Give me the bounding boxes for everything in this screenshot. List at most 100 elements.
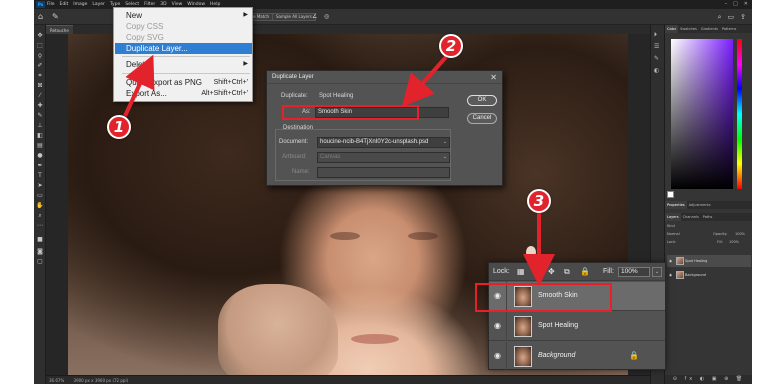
- menu-item-copy-css[interactable]: Copy CSS: [115, 21, 252, 32]
- type-tool-icon[interactable]: T: [35, 171, 45, 180]
- crop-tool-icon[interactable]: ⌗: [35, 71, 45, 80]
- pen-tool-icon[interactable]: ✒: [35, 161, 45, 170]
- gradient-tool-icon[interactable]: ▤: [35, 141, 45, 150]
- search-icon[interactable]: ⌕: [718, 12, 722, 22]
- marquee-tool-icon[interactable]: ⬚: [35, 41, 45, 50]
- workspace-icon[interactable]: ▭: [728, 12, 735, 22]
- visibility-eye-icon[interactable]: ◉: [669, 255, 672, 267]
- menu-item-copy-svg[interactable]: Copy SVG: [115, 32, 252, 43]
- document-tab[interactable]: Retouche: [46, 25, 73, 34]
- brush-tool-icon[interactable]: ✎: [35, 111, 45, 120]
- layers-footer-icons[interactable]: ⊝ fx ◐ ▣ ⊕ 🗑: [665, 375, 752, 384]
- visibility-eye-icon[interactable]: ◉: [669, 269, 672, 281]
- menu-layer[interactable]: Layer: [92, 2, 105, 7]
- shape-tool-icon[interactable]: ▭: [35, 191, 45, 200]
- clone-stamp-tool-icon[interactable]: ⊥: [35, 121, 45, 130]
- foreground-swatch[interactable]: [667, 191, 674, 198]
- lock-artboard-icon[interactable]: ⧉: [564, 266, 570, 277]
- edit-menu: New ▶ Copy CSS Copy SVG Duplicate Layer.…: [113, 7, 253, 102]
- tab-color[interactable]: Color: [665, 25, 679, 33]
- photoshop-window: Ps File Edit Image Layer Type Select Fil…: [34, 0, 752, 384]
- fill-input[interactable]: 100%: [618, 267, 650, 277]
- tab-paths[interactable]: Paths: [701, 213, 715, 221]
- tab-adjustments[interactable]: Adjustments: [687, 201, 713, 209]
- menu-image[interactable]: Image: [73, 2, 87, 7]
- lasso-tool-icon[interactable]: ϙ: [35, 51, 45, 60]
- lock-all-icon[interactable]: 🔒: [580, 266, 590, 277]
- foreground-color-swatch[interactable]: ■: [35, 235, 45, 244]
- filter-kind-label[interactable]: Kind: [667, 224, 675, 228]
- mini-layer-background[interactable]: ◉ Background: [667, 269, 751, 281]
- brush-tool-icon[interactable]: ✎: [52, 12, 59, 22]
- submenu-arrow-icon: ▶: [243, 61, 248, 67]
- zoom-level[interactable]: 36.67%: [49, 378, 64, 383]
- layer-filter-row[interactable]: Kind: [667, 223, 751, 229]
- ok-button[interactable]: OK: [467, 95, 497, 106]
- tab-properties[interactable]: Properties: [665, 201, 687, 209]
- hue-slider[interactable]: [737, 39, 742, 189]
- history-icon[interactable]: ⏵: [654, 31, 657, 39]
- layer-spot-healing[interactable]: ◉ Spot Healing: [489, 312, 665, 341]
- home-icon[interactable]: ⌂: [38, 12, 43, 22]
- more-tools-icon[interactable]: ⋯: [35, 221, 45, 230]
- healing-brush-tool-icon[interactable]: ✚: [35, 101, 45, 110]
- menu-item-export-as[interactable]: Export As... Alt+Shift+Ctrl+': [115, 88, 252, 99]
- share-icon[interactable]: ⇪: [740, 12, 746, 22]
- menu-item-new[interactable]: New ▶: [115, 10, 252, 21]
- menu-item-duplicate-layer[interactable]: Duplicate Layer...: [115, 43, 252, 54]
- chevron-down-icon[interactable]: ⌄: [652, 267, 662, 277]
- frame-tool-icon[interactable]: ⊠: [35, 81, 45, 90]
- mini-layer-spot-healing[interactable]: ◉ Spot Healing: [667, 255, 751, 267]
- cancel-button[interactable]: Cancel: [467, 113, 497, 124]
- close-window-button[interactable]: ✕: [744, 1, 748, 8]
- visibility-eye-icon[interactable]: ◉: [494, 321, 501, 331]
- photo-hand: [218, 284, 338, 375]
- lock-icon[interactable]: 🔒: [629, 350, 639, 361]
- visibility-eye-icon[interactable]: ◉: [494, 351, 501, 361]
- fill-value[interactable]: 100%: [729, 239, 739, 245]
- hand-tool-icon[interactable]: ✋: [35, 201, 45, 210]
- lock-transparent-pixels-icon[interactable]: ▦: [517, 266, 525, 277]
- quick-mask-icon[interactable]: ◙: [35, 247, 45, 256]
- eraser-tool-icon[interactable]: ◧: [35, 131, 45, 140]
- screen-mode-icon[interactable]: ▢: [35, 257, 45, 266]
- tab-gradients[interactable]: Gradients: [699, 25, 720, 33]
- tab-channels[interactable]: Channels: [681, 213, 701, 221]
- adjustments-icon[interactable]: ◐: [654, 67, 659, 75]
- layer-background[interactable]: ◉ Background 🔒: [489, 342, 665, 371]
- opacity-value[interactable]: 100%: [735, 231, 745, 237]
- move-tool-icon[interactable]: ✥: [35, 31, 45, 40]
- blend-mode-select[interactable]: Normal: [667, 232, 680, 236]
- menu-edit[interactable]: Edit: [60, 2, 69, 7]
- color-field[interactable]: [671, 39, 733, 189]
- maximize-button[interactable]: □: [733, 1, 738, 8]
- dodge-tool-icon[interactable]: ●: [35, 151, 45, 160]
- artboard-select[interactable]: Canvas ⌄: [317, 152, 450, 163]
- close-icon[interactable]: ✕: [490, 71, 497, 84]
- lock-position-icon[interactable]: ✥: [548, 266, 555, 277]
- minimize-button[interactable]: –: [725, 1, 728, 8]
- menu-item-delete[interactable]: Delete ▶: [115, 59, 252, 70]
- color-panel-tabs: Color Swatches Gradients Patterns: [665, 25, 752, 33]
- path-select-tool-icon[interactable]: ➤: [35, 181, 45, 190]
- quick-select-tool-icon[interactable]: ✐: [35, 61, 45, 70]
- layer-thumbnail: [514, 346, 532, 367]
- new-document-name-input[interactable]: [317, 167, 450, 178]
- brush-settings-icon[interactable]: ✎: [654, 55, 659, 63]
- photoshop-logo: Ps: [36, 1, 45, 8]
- sample-all-layers-checkbox[interactable]: Sample All Layers: [272, 13, 316, 21]
- tab-swatches[interactable]: Swatches: [678, 25, 699, 33]
- tab-patterns[interactable]: Patterns: [720, 25, 738, 33]
- document-select[interactable]: houcine-ncib-B4TjXnI0Y2c-unsplash.psd ⌄: [317, 137, 450, 148]
- tab-layers[interactable]: Layers: [665, 213, 681, 221]
- lock-image-pixels-icon[interactable]: ✎: [533, 266, 540, 277]
- properties-icon[interactable]: ☰: [654, 43, 659, 51]
- zoom-tool-icon[interactable]: ⌕: [35, 211, 45, 220]
- menu-file[interactable]: File: [47, 2, 55, 7]
- angle-icon[interactable]: ∠: [312, 12, 317, 22]
- opacity-label: Opacity:: [713, 232, 728, 236]
- menu-item-quick-export[interactable]: Quick Export as PNG Shift+Ctrl+': [115, 77, 252, 88]
- pressure-icon[interactable]: ◎: [324, 12, 329, 22]
- eyedropper-tool-icon[interactable]: ⁄: [35, 91, 45, 100]
- right-panel: Color Swatches Gradients Patterns Proper…: [664, 25, 752, 384]
